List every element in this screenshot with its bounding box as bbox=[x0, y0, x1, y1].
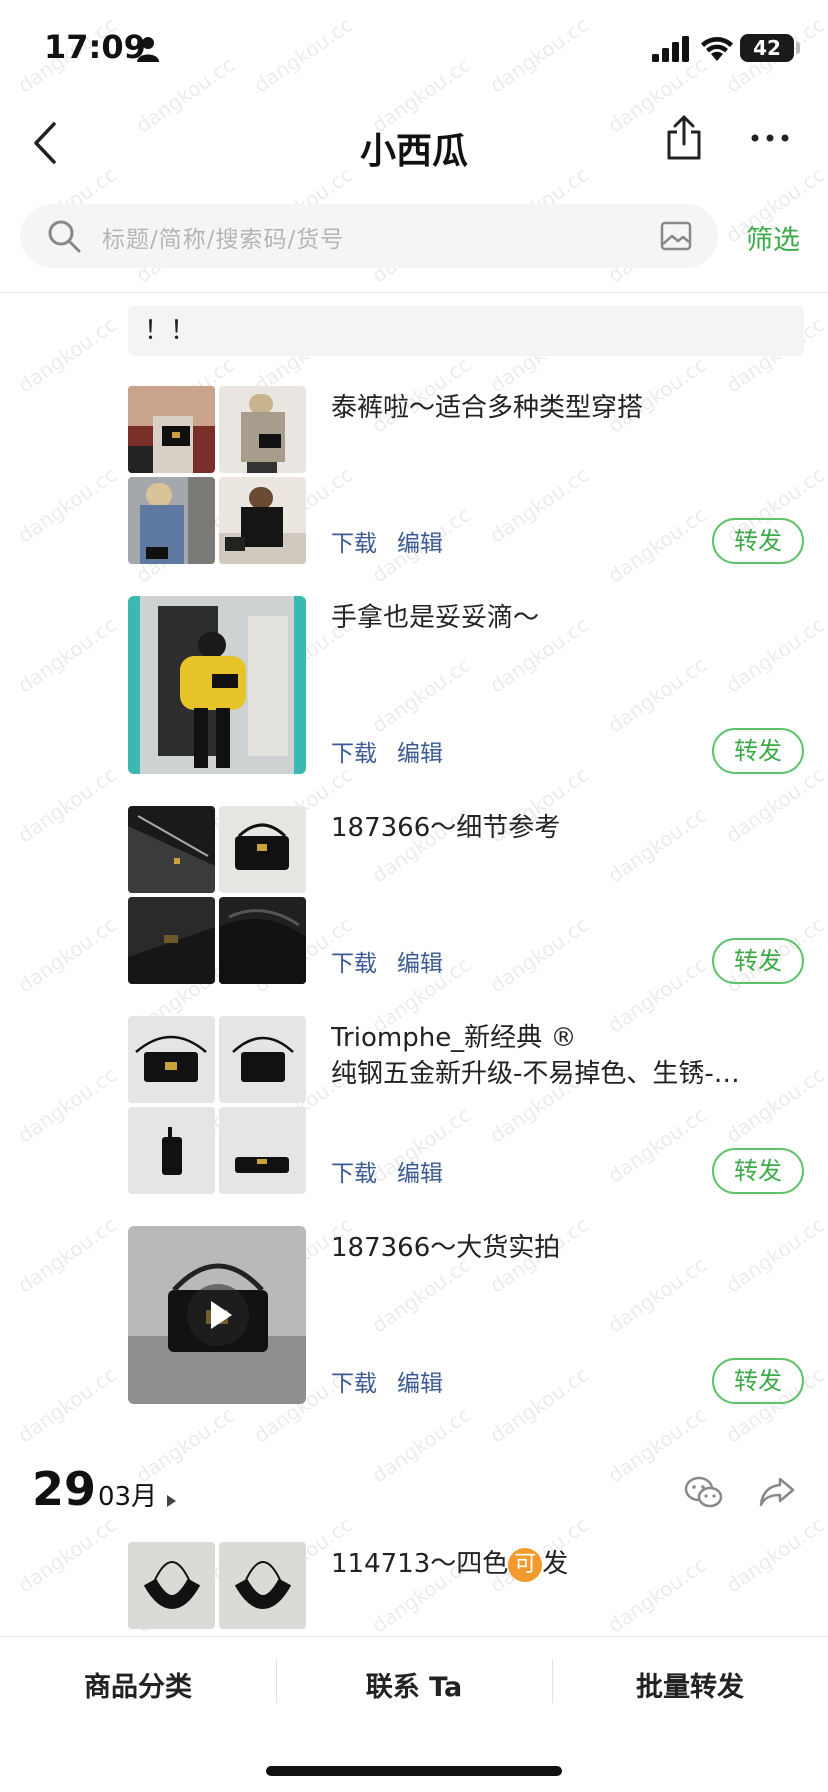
post-image[interactable] bbox=[128, 897, 215, 984]
post-text-line: 泰裤啦～适合多种类型穿搭 bbox=[331, 393, 644, 423]
post-item: 187366～大货实拍 下载 编辑 转发 bbox=[128, 1226, 804, 1404]
signal-icon bbox=[652, 36, 689, 62]
battery-indicator: 42 bbox=[740, 34, 794, 62]
post-image[interactable] bbox=[219, 806, 306, 893]
post-image-grid[interactable] bbox=[128, 1016, 306, 1194]
watermark-text: dangkou.cc bbox=[13, 1512, 121, 1599]
download-link[interactable]: 下载 bbox=[331, 531, 377, 557]
post-text-line: 手拿也是妥妥滴～ bbox=[331, 603, 540, 633]
watermark-text: dangkou.cc bbox=[13, 612, 121, 699]
post-actions: 下载 编辑 bbox=[331, 734, 463, 768]
image-search-icon[interactable] bbox=[660, 220, 692, 252]
nav-bar: 小西瓜 bbox=[0, 100, 828, 190]
post-text-line: 114713～四色 bbox=[331, 1549, 509, 1579]
post-text: 手拿也是妥妥滴～ bbox=[331, 600, 801, 636]
forward-button[interactable]: 转发 bbox=[712, 728, 804, 774]
post-image[interactable] bbox=[219, 386, 306, 473]
status-time: 17:09 bbox=[44, 28, 146, 66]
share-icon[interactable] bbox=[664, 114, 704, 162]
person-icon bbox=[137, 37, 159, 62]
caret-right-icon bbox=[167, 1494, 177, 1507]
tab-batch-forward[interactable]: 批量转发 bbox=[552, 1665, 828, 1704]
play-icon bbox=[211, 1301, 232, 1329]
download-link[interactable]: 下载 bbox=[331, 951, 377, 977]
watermark-text: dangkou.cc bbox=[13, 1212, 121, 1299]
watermark-text: dangkou.cc bbox=[13, 1362, 121, 1449]
post-item: Triomphe_新经典 ® 纯钢五金新升级-不易掉色、生锈-… 下载 编辑 转发 bbox=[128, 1016, 804, 1194]
edit-link[interactable]: 编辑 bbox=[397, 951, 443, 977]
post-text-line: 纯钢五金新升级-不易掉色、生锈-… bbox=[331, 1059, 740, 1089]
watermark-text: dangkou.cc bbox=[13, 462, 121, 549]
watermark-text: dangkou.cc bbox=[13, 312, 121, 399]
post-image-grid[interactable] bbox=[128, 806, 306, 984]
wechat-icon[interactable] bbox=[684, 1476, 724, 1510]
forward-arrow-icon[interactable] bbox=[758, 1476, 796, 1508]
divider bbox=[0, 292, 828, 293]
post-image[interactable] bbox=[128, 596, 306, 774]
post-image[interactable] bbox=[128, 1016, 215, 1103]
forward-button[interactable]: 转发 bbox=[712, 1358, 804, 1404]
post-text-line: 187366～大货实拍 bbox=[331, 1233, 561, 1263]
watermark-text: dangkou.cc bbox=[13, 762, 121, 849]
status-bar: 17:09 42 bbox=[0, 0, 828, 100]
post-text: 187366～大货实拍 bbox=[331, 1230, 801, 1266]
post-text-line: 187366～细节参考 bbox=[331, 813, 561, 843]
notice-bar: ！！ bbox=[128, 306, 804, 356]
post-actions: 下载 编辑 bbox=[331, 944, 463, 978]
edit-link[interactable]: 编辑 bbox=[397, 741, 443, 767]
post-text: 187366～细节参考 bbox=[331, 810, 801, 846]
download-link[interactable]: 下载 bbox=[331, 1161, 377, 1187]
post-text: 114713～四色可发 bbox=[331, 1546, 801, 1582]
post-item: 泰裤啦～适合多种类型穿搭 下载 编辑 转发 bbox=[128, 386, 804, 564]
search-icon bbox=[48, 220, 81, 253]
post-item: 187366～细节参考 下载 编辑 转发 bbox=[128, 806, 804, 984]
watermark-text: dangkou.cc bbox=[13, 1062, 121, 1149]
watermark-text: dangkou.cc bbox=[13, 912, 121, 999]
tab-category[interactable]: 商品分类 bbox=[0, 1665, 276, 1704]
watermark-text: dangkou.cc bbox=[367, 1402, 475, 1489]
post-text: 泰裤啦～适合多种类型穿搭 bbox=[331, 390, 801, 426]
post-image[interactable] bbox=[128, 386, 215, 473]
post-actions: 下载 编辑 bbox=[331, 1154, 463, 1188]
date-month: 03月 bbox=[98, 1482, 158, 1512]
search-input[interactable]: 标题/简称/搜索码/货号 bbox=[102, 220, 344, 254]
filter-button[interactable]: 筛选 bbox=[746, 218, 800, 257]
download-link[interactable]: 下载 bbox=[331, 1371, 377, 1397]
post-image[interactable] bbox=[128, 477, 215, 564]
post-image[interactable] bbox=[219, 1107, 306, 1194]
edit-link[interactable]: 编辑 bbox=[397, 531, 443, 557]
post-actions: 下载 编辑 bbox=[331, 524, 463, 558]
post-image[interactable] bbox=[128, 1542, 215, 1629]
more-icon[interactable] bbox=[750, 132, 790, 144]
download-link[interactable]: 下载 bbox=[331, 741, 377, 767]
edit-link[interactable]: 编辑 bbox=[397, 1161, 443, 1187]
tab-contact[interactable]: 联系 Ta bbox=[276, 1665, 552, 1704]
forward-button[interactable]: 转发 bbox=[712, 518, 804, 564]
post-image[interactable] bbox=[219, 897, 306, 984]
post-image[interactable] bbox=[219, 477, 306, 564]
post-image[interactable] bbox=[219, 1016, 306, 1103]
battery-tip bbox=[796, 42, 800, 54]
search-bar[interactable]: 标题/简称/搜索码/货号 bbox=[20, 204, 718, 268]
forward-button[interactable]: 转发 bbox=[712, 1148, 804, 1194]
forward-button[interactable]: 转发 bbox=[712, 938, 804, 984]
play-button[interactable] bbox=[187, 1284, 249, 1346]
post-video-thumbnail[interactable] bbox=[128, 1226, 306, 1404]
post-actions: 下载 编辑 bbox=[331, 1364, 463, 1398]
badge-icon: 可 bbox=[508, 1547, 543, 1582]
post-item: 手拿也是妥妥滴～ 下载 编辑 转发 bbox=[128, 596, 804, 774]
date-header[interactable]: 2903月 bbox=[32, 1462, 177, 1516]
post-image[interactable] bbox=[128, 806, 215, 893]
post-text-line: Triomphe_新经典 ® bbox=[331, 1023, 577, 1053]
date-day: 29 bbox=[32, 1462, 97, 1516]
post-image-grid[interactable] bbox=[128, 386, 306, 564]
edit-link[interactable]: 编辑 bbox=[397, 1371, 443, 1397]
post-text: Triomphe_新经典 ® 纯钢五金新升级-不易掉色、生锈-… bbox=[331, 1020, 801, 1092]
home-indicator bbox=[266, 1766, 562, 1776]
post-image[interactable] bbox=[219, 1542, 306, 1629]
post-image[interactable] bbox=[128, 1107, 215, 1194]
post-text-line: 发 bbox=[542, 1549, 569, 1579]
wifi-icon bbox=[701, 37, 733, 61]
